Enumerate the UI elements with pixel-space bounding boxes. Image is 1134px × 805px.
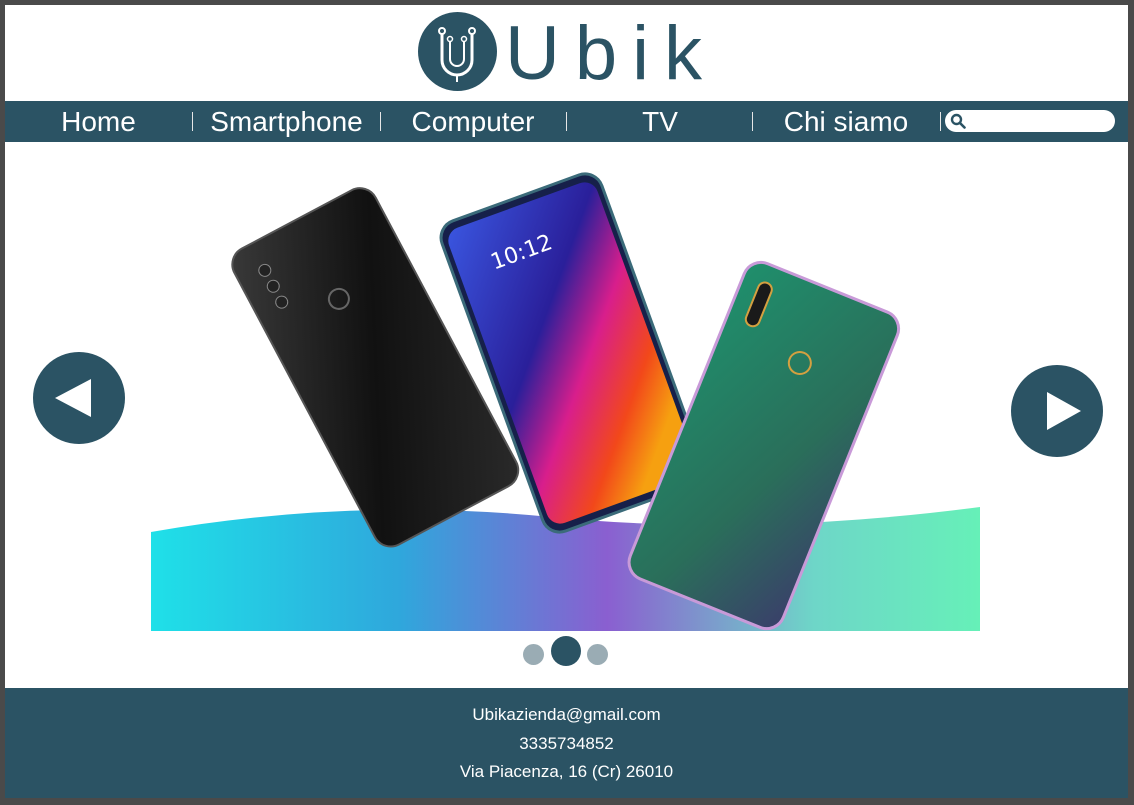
prev-slide-button[interactable] bbox=[33, 352, 125, 444]
brand-name: Ubik bbox=[505, 11, 718, 96]
slide-dot-1[interactable] bbox=[523, 644, 544, 665]
search-input[interactable] bbox=[945, 110, 1115, 132]
nav-item-computer[interactable]: Computer bbox=[381, 101, 565, 142]
triangle-right-icon bbox=[1047, 392, 1081, 430]
search-icon[interactable] bbox=[950, 113, 966, 129]
nav-separator bbox=[940, 112, 941, 131]
nav-item-smartphone[interactable]: Smartphone bbox=[193, 101, 380, 142]
slide-dot-3[interactable] bbox=[587, 644, 608, 665]
page-frame: Ubik Home Smartphone Computer TV Chi sia… bbox=[5, 5, 1128, 798]
footer-email[interactable]: Ubikazienda@gmail.com bbox=[5, 705, 1128, 725]
u-circuit-logo-icon[interactable] bbox=[418, 12, 497, 91]
image-slider: 10:12 bbox=[5, 142, 1128, 688]
footer-address: Via Piacenza, 16 (Cr) 26010 bbox=[459, 762, 674, 781]
nav-item-chi-siamo[interactable]: Chi siamo bbox=[753, 101, 939, 142]
slide-dot-2-active[interactable] bbox=[551, 636, 581, 666]
header: Ubik bbox=[5, 5, 1128, 101]
nav-item-home[interactable]: Home bbox=[5, 101, 192, 142]
main-nav: Home Smartphone Computer TV Chi siamo bbox=[5, 101, 1128, 142]
footer-phone: 3335734852 bbox=[519, 734, 614, 753]
footer: Ubikazienda@gmail.com 3335734852 Via Pia… bbox=[5, 688, 1128, 798]
next-slide-button[interactable] bbox=[1011, 365, 1103, 457]
nav-item-tv[interactable]: TV bbox=[567, 101, 753, 142]
triangle-left-icon bbox=[55, 379, 91, 417]
smartphones-banner: 10:12 bbox=[151, 157, 980, 631]
slide-indicators bbox=[523, 636, 613, 668]
